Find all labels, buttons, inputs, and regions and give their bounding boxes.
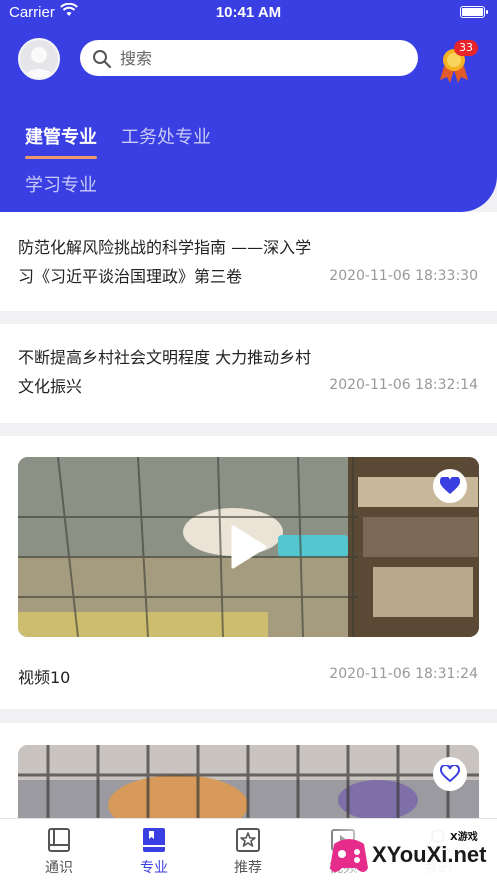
user-avatar-icon	[24, 47, 54, 78]
favorite-button[interactable]	[433, 469, 467, 503]
battery-icon	[460, 6, 488, 18]
star-icon	[236, 828, 260, 852]
medal-count-badge: 33	[454, 40, 478, 56]
video-date: 2020-11-06 18:31:24	[329, 666, 478, 682]
tabbar-label: 推荐	[234, 860, 262, 876]
heart-outline-icon	[440, 765, 460, 783]
play-icon[interactable]	[229, 524, 269, 570]
news-date: 2020-11-06 18:32:14	[329, 377, 478, 393]
status-bar: Carrier 10:41 AM	[0, 0, 497, 28]
heart-filled-icon	[440, 477, 460, 494]
tab-xuexi[interactable]: 学习专业	[25, 171, 97, 197]
video-thumbnail[interactable]	[18, 457, 479, 637]
video-title: 视频10	[18, 668, 71, 687]
medal-button[interactable]: 33	[436, 40, 478, 83]
video-item[interactable]	[0, 723, 497, 845]
watermark-domain-text: XYouXi.net	[372, 842, 487, 867]
gamepad-logo-icon	[330, 839, 368, 872]
tabbar-item-zhuanye[interactable]: 专业	[119, 827, 189, 877]
tabbar-item-tongshi[interactable]: 通识	[24, 827, 94, 877]
tabbar-label: 专业	[140, 860, 168, 876]
news-title: 不断提高乡村社会文明程度 大力推动乡村文化振兴	[18, 348, 312, 396]
tab-gongwuchu[interactable]: 工务处专业	[121, 123, 211, 149]
news-title: 防范化解风险挑战的科学指南 ——深入学习《习近平谈治国理政》第三卷	[18, 238, 312, 286]
header-banner: Carrier 10:41 AM 33 建管专业	[0, 0, 497, 212]
news-date: 2020-11-06 18:33:30	[329, 268, 478, 284]
news-item[interactable]: 防范化解风险挑战的科学指南 ——深入学习《习近平谈治国理政》第三卷 2020-1…	[0, 212, 497, 311]
watermark-small-text: X游戏	[450, 832, 478, 843]
tab-label: 学习专业	[25, 175, 97, 196]
tab-jianguan[interactable]: 建管专业	[25, 123, 97, 159]
clock: 10:41 AM	[215, 4, 282, 21]
video-item[interactable]: 视频10 2020-11-06 18:31:24	[0, 436, 497, 709]
active-tab-indicator	[25, 156, 97, 159]
avatar[interactable]	[18, 38, 60, 80]
search-icon	[93, 50, 112, 69]
book-icon	[48, 828, 70, 852]
tab-label: 工务处专业	[121, 127, 211, 148]
tab-label: 建管专业	[25, 127, 97, 148]
tabbar-item-tuijian[interactable]: 推荐	[213, 827, 283, 877]
search-input[interactable]	[120, 46, 400, 70]
bookmark-book-icon	[143, 828, 165, 852]
tabbar-label: 通识	[45, 860, 73, 876]
favorite-button[interactable]	[433, 757, 467, 791]
search-bar[interactable]	[80, 40, 418, 76]
site-watermark: X游戏 XYouXi.net	[326, 826, 497, 883]
news-item[interactable]: 不断提高乡村社会文明程度 大力推动乡村文化振兴 2020-11-06 18:32…	[0, 324, 497, 423]
